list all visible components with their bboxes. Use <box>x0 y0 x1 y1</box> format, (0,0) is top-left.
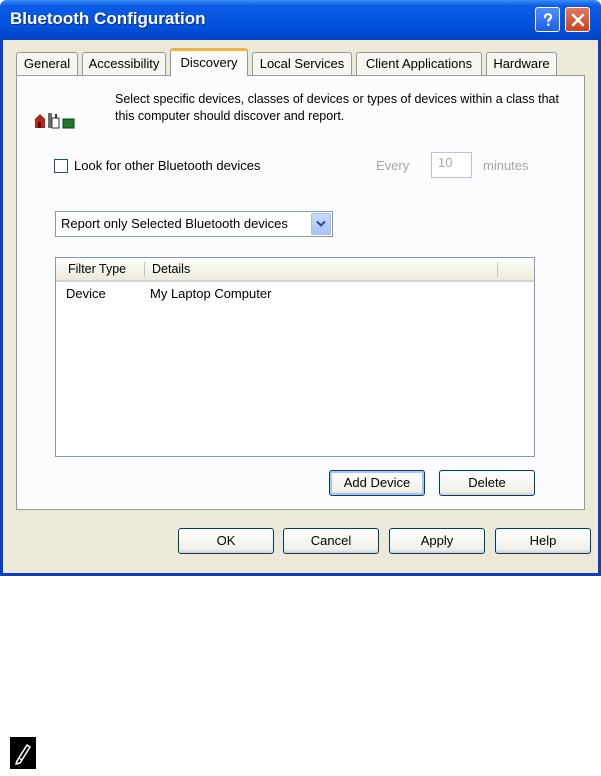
question-mark-icon <box>543 12 552 26</box>
window-title: Bluetooth Configuration <box>10 9 206 28</box>
pencil-note-icon <box>10 737 36 769</box>
column-divider[interactable] <box>144 262 145 277</box>
every-label: Every <box>376 158 410 173</box>
delete-button[interactable]: Delete <box>439 470 535 496</box>
column-header-filter-type[interactable]: Filter Type <box>68 262 126 276</box>
tab-general[interactable]: General <box>16 52 78 75</box>
list-header: Filter Type Details <box>56 258 534 282</box>
filter-type-cell: Device <box>66 286 106 301</box>
add-device-button[interactable]: Add Device <box>329 470 425 496</box>
column-header-details[interactable]: Details <box>152 262 190 276</box>
title-bar[interactable]: Bluetooth Configuration <box>0 0 601 40</box>
filter-list[interactable]: Filter Type Details Device My Laptop Com… <box>55 257 535 457</box>
close-x-icon <box>571 13 584 26</box>
look-for-devices-label[interactable]: Look for other Bluetooth devices <box>74 158 260 173</box>
tab-discovery[interactable]: Discovery <box>170 48 248 76</box>
tab-client-applications[interactable]: Client Applications <box>356 52 482 75</box>
help-button[interactable]: Help <box>495 528 591 554</box>
tab-accessibility[interactable]: Accessibility <box>82 52 166 75</box>
minutes-label: minutes <box>483 158 529 173</box>
look-for-devices-checkbox[interactable] <box>54 159 68 173</box>
report-mode-value: Report only Selected Bluetooth devices <box>61 216 288 231</box>
apply-button[interactable]: Apply <box>389 528 485 554</box>
bluetooth-configuration-dialog: Bluetooth Configuration General Accessib… <box>0 0 601 576</box>
column-divider[interactable] <box>497 262 498 277</box>
report-mode-dropdown[interactable]: Report only Selected Bluetooth devices <box>55 211 333 237</box>
dropdown-arrow-button[interactable] <box>311 213 331 235</box>
interval-input[interactable]: 10 <box>431 152 472 178</box>
tab-hardware[interactable]: Hardware <box>486 52 557 75</box>
ok-button[interactable]: OK <box>178 528 274 554</box>
discovery-description: Select specific devices, classes of devi… <box>115 92 559 123</box>
table-row[interactable]: Device My Laptop Computer <box>56 286 534 304</box>
help-title-button[interactable] <box>535 7 560 32</box>
chevron-down-icon <box>316 220 326 227</box>
close-title-button[interactable] <box>565 7 590 32</box>
tab-local-services[interactable]: Local Services <box>252 52 352 75</box>
cancel-button[interactable]: Cancel <box>283 528 379 554</box>
details-cell: My Laptop Computer <box>150 286 272 301</box>
bluetooth-devices-icon <box>35 113 75 129</box>
